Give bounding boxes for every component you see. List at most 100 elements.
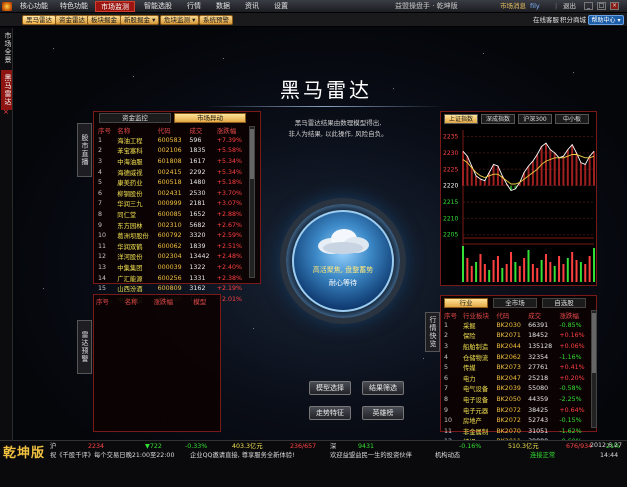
market-news-link[interactable]: 市场消息 [500,1,526,12]
ticker-text-2[interactable]: 企业QQ邀请直接, 尊享服务全新体验! [190,451,295,460]
row-index: 6 [444,374,449,382]
sector-scroll-thumb[interactable] [592,313,596,373]
model-select-button[interactable]: 模型选择 [309,381,351,395]
user-name[interactable]: fily [530,1,540,12]
sh-pct: -0.33% [185,443,208,450]
row-change: +3.70% [216,189,242,197]
live-scrollbar[interactable] [249,126,255,278]
tab-radar-vertical[interactable]: 黑马雷达 [1,70,12,110]
row-code: 002304 [157,253,182,261]
live-table-row[interactable]: 14 广汇能源 600256 1331 +2.38% [96,273,248,284]
tab-sector-monitor[interactable]: 危块监测 ▾ [160,15,200,25]
sz-change: 9431 [358,443,375,450]
live-table: 序号 名称 代码 成交 涨跌幅 1 海油工程 600583 596 +7.39% 2 苯宝塞… [96,125,248,305]
row-code: 000039 [157,263,182,271]
live-table-row[interactable]: 13 中集集团 000039 1322 +2.40% [96,262,248,273]
live-table-row[interactable]: 10 葛洲坝股份 600792 3320 +2.59% [96,230,248,241]
tab-market-abnormal[interactable]: 市场异动 [174,113,246,123]
live-table-row[interactable]: 1 海油工程 600583 596 +7.39% [96,135,248,146]
result-filter-button[interactable]: 结果筛选 [362,381,404,395]
help-center-button[interactable]: 帮助中心 ▾ [588,15,624,25]
trend-feature-button[interactable]: 走势特征 [309,406,351,420]
tab-sh-index[interactable]: 上证指数 [444,114,478,124]
live-table-row[interactable]: 8 同仁堂 600085 1652 +2.88% [96,209,248,220]
tab-new-stock[interactable]: 新股掘金 ▾ [120,15,160,25]
sector-table-row[interactable]: 3 船舶制造 BK2044 135128 +0.06% [442,341,590,352]
sector-table-row[interactable]: 10 房地产 BK2072 52743 -0.15% [442,415,590,426]
right-count: 676/934 [566,443,593,450]
row-change: +0.16% [559,332,585,340]
logout-link[interactable]: 退出 [563,1,576,12]
row-change: +2.59% [216,232,242,240]
tab-watchlist[interactable]: 自选股 [542,298,586,308]
tab-all-market[interactable]: 全市场 [493,298,537,308]
ticker-text-1[interactable]: 祝《千股千评》每个交易日晚21:00至22:00 [50,451,174,460]
cloud-icon [318,229,369,254]
live-table-row[interactable]: 7 华润三九 000999 2181 +3.07% [96,199,248,210]
row-index: 12 [98,253,107,261]
sector-table-row[interactable]: 9 电子元器 BK2072 38425 +0.64% [442,405,590,416]
tab-sector-mining[interactable]: 板块掘金 [87,15,121,25]
sector-table-row[interactable]: 1 采掘 BK2030 66391 -0.85% [442,320,590,331]
close-button[interactable]: × [610,2,619,10]
ticker-text-3[interactable]: 欢迎益盟益民一生的投资伙伴 [330,451,412,460]
sector-panel: 行业 全市场 自选股 序号 行业板块 代码 成交 涨跌幅 1 采掘 BK2030 66… [440,295,597,446]
row-code: 002431 [157,189,182,197]
menu-item-settings[interactable]: 设置 [269,1,293,12]
points-mall-link[interactable]: 积分商城 [560,15,586,25]
sector-col-code: 代码 [496,312,510,320]
tab-sz-index[interactable]: 深成指数 [481,114,515,124]
menu-item-data[interactable]: 数据 [211,1,235,12]
tab-industry[interactable]: 行业 [444,298,488,308]
hero-list-button[interactable]: 英雄榜 [362,406,404,420]
live-table-wrap: 序号 名称 代码 成交 涨跌幅 1 海油工程 600583 596 +7.39% 2 苯宝塞… [96,125,248,305]
menu-item-quotes[interactable]: 行情 [182,1,206,12]
tab-sme-board[interactable]: 中小板 [555,114,589,124]
quick-view-label: 行情快览 [425,312,440,352]
live-table-row[interactable]: 11 华润双鹤 600062 1839 +2.51% [96,241,248,252]
live-table-row[interactable]: 5 康美药业 600518 1480 +5.18% [96,177,248,188]
alert-col-name: 名称 [124,298,138,306]
live-table-row[interactable]: 9 东方园林 002310 5682 +2.67% [96,220,248,231]
tab-system-alert[interactable]: 系统预警 [199,15,233,25]
sector-table-row[interactable]: 11 非金属制 BK2070 31051 -1.62% [442,426,590,437]
live-scroll-thumb[interactable] [250,129,254,179]
menu-item-stockpick[interactable]: 智能选股 [139,1,177,12]
menu-item-monitor[interactable]: 市场监测 [95,1,135,12]
row-index: 8 [444,395,449,403]
sector-scrollbar[interactable] [591,310,597,428]
live-table-row[interactable]: 15 山西汾酒 600809 3162 +2.19% [96,283,248,294]
tab-fund-radar[interactable]: 资金雷达 [55,15,89,25]
tab-market-overview[interactable]: 市场全景 [1,30,12,66]
sh-change: ▼722 [145,443,162,450]
sector-table-wrap: 序号 行业板块 代码 成交 涨跌幅 1 采掘 BK2030 66391 -0.85% 2 保… [442,310,590,447]
online-service-link[interactable]: 在线客服 [533,15,559,25]
tab-black-horse-radar[interactable]: 黑马雷达 [22,15,56,25]
sector-table-row[interactable]: 4 仓储物流 BK2062 32354 -1.16% [442,352,590,363]
sector-table-row[interactable]: 6 电力 BK2047 25218 +0.20% [442,373,590,384]
live-table-row[interactable]: 4 海德威视 002415 2292 +5.34% [96,167,248,178]
sector-table-row[interactable]: 8 电子设备 BK2050 44359 -2.25% [442,394,590,405]
live-table-row[interactable]: 2 苯宝塞科 002106 1835 +5.58% [96,146,248,157]
maximize-button[interactable]: □ [597,2,606,10]
app-logo-icon [2,2,12,11]
live-table-row[interactable]: 12 洋河股份 002304 13442 +2.48% [96,252,248,263]
row-index: 5 [444,364,449,372]
live-table-row[interactable]: 3 中海油服 601808 1617 +5.34% [96,156,248,167]
row-change: +2.67% [216,221,242,229]
col-index: 序号 [98,127,111,135]
minimize-button[interactable]: _ [584,2,593,10]
sector-table-row[interactable]: 5 传媒 BK2073 27761 +0.41% [442,362,590,373]
tab-fund-monitor[interactable]: 资金监控 [99,113,171,123]
ticker-text-4[interactable]: 机构动态 [435,451,460,460]
row-index: 11 [444,427,453,435]
tab-hs300[interactable]: 沪深300 [518,114,552,124]
sector-table-row[interactable]: 7 电气设备 BK2039 55080 -0.58% [442,384,590,395]
menu-item-features[interactable]: 特色功能 [55,1,93,12]
live-table-row[interactable]: 6 柳钢股份 002431 2530 +3.70% [96,188,248,199]
menu-item-core[interactable]: 核心功能 [15,1,53,12]
sector-table-row[interactable]: 2 保险 BK2071 18452 +0.16% [442,331,590,342]
row-volume: 1322 [189,263,206,271]
menu-item-news[interactable]: 资讯 [240,1,264,12]
close-tab-icon[interactable]: × [3,108,9,116]
